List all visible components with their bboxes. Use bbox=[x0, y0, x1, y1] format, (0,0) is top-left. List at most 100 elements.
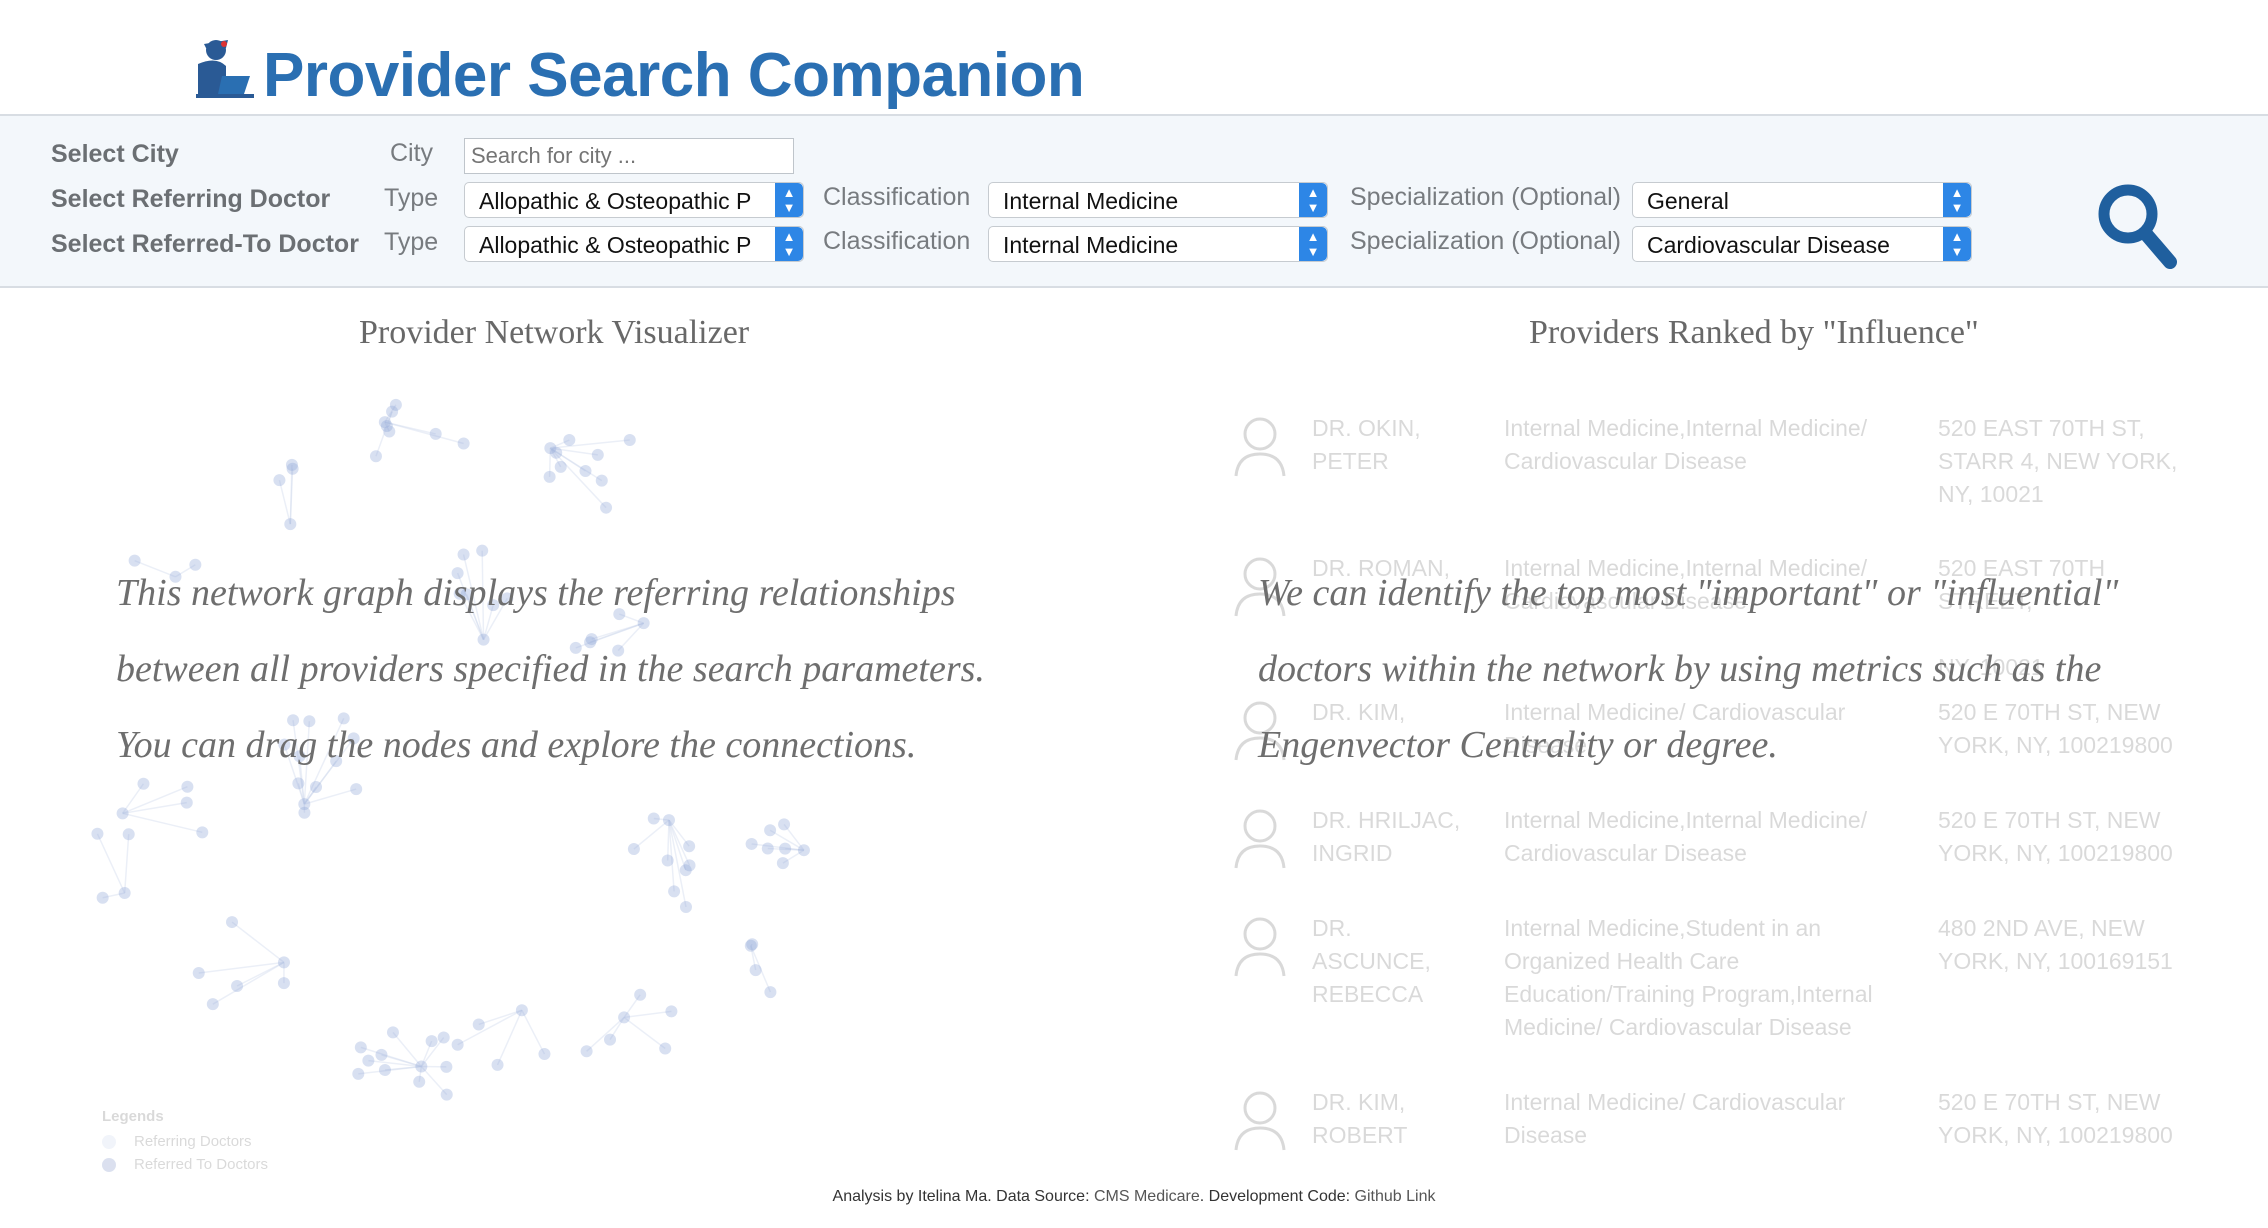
network-node[interactable] bbox=[745, 837, 758, 850]
network-node[interactable] bbox=[662, 814, 675, 827]
network-node[interactable] bbox=[226, 916, 239, 929]
network-node[interactable] bbox=[595, 474, 608, 487]
referred-specialization-select[interactable]: Cardiovascular Disease ▲ ▼ bbox=[1632, 226, 1972, 262]
network-node[interactable] bbox=[350, 783, 363, 796]
network-node[interactable] bbox=[472, 1018, 485, 1031]
network-node[interactable] bbox=[679, 900, 692, 913]
chevron-updown-icon: ▲ ▼ bbox=[1943, 183, 1971, 217]
network-node[interactable] bbox=[451, 1038, 464, 1051]
network-node[interactable] bbox=[580, 1045, 593, 1058]
provider-specialty: Internal Medicine/ Cardiovascular Disease bbox=[1504, 1086, 1884, 1152]
network-node[interactable] bbox=[538, 1048, 551, 1061]
network-node[interactable] bbox=[764, 824, 777, 837]
header: Provider Search Companion bbox=[0, 0, 2268, 116]
network-edge bbox=[122, 812, 203, 834]
network-node[interactable] bbox=[647, 812, 660, 825]
referring-classification-select[interactable]: Internal Medicine ▲ ▼ bbox=[988, 182, 1328, 218]
network-node[interactable] bbox=[579, 464, 592, 477]
network-node[interactable] bbox=[380, 420, 393, 433]
referred-type-select[interactable]: Allopathic & Osteopathic P ▲ ▼ bbox=[464, 226, 804, 262]
provider-name: DR. OKIN, PETER bbox=[1312, 412, 1472, 478]
network-node[interactable] bbox=[491, 1058, 504, 1071]
network-node[interactable] bbox=[668, 885, 681, 898]
network-node[interactable] bbox=[91, 827, 104, 840]
network-node[interactable] bbox=[554, 460, 567, 473]
provider-name-line: DR. ASCUNCE, bbox=[1312, 915, 1431, 974]
network-node[interactable] bbox=[231, 980, 244, 993]
network-node[interactable] bbox=[277, 956, 290, 969]
network-node[interactable] bbox=[277, 977, 290, 990]
network-node[interactable] bbox=[634, 988, 647, 1001]
provider-address: 520 EAST 70TH ST, STARR 4, NEW YORK, NY, 1… bbox=[1938, 412, 2198, 511]
network-node[interactable] bbox=[515, 1004, 528, 1017]
network-node[interactable] bbox=[437, 1031, 450, 1044]
network-node[interactable] bbox=[362, 1054, 375, 1067]
network-node[interactable] bbox=[761, 842, 774, 855]
network-node[interactable] bbox=[627, 843, 640, 856]
network-node[interactable] bbox=[192, 967, 205, 980]
provider-address-line: 480 2ND AVE, NEW bbox=[1938, 915, 2145, 941]
network-edge bbox=[633, 819, 670, 850]
network-node[interactable] bbox=[618, 1011, 631, 1024]
network-node[interactable] bbox=[779, 842, 792, 855]
network-node[interactable] bbox=[116, 807, 129, 820]
network-node[interactable] bbox=[273, 474, 286, 487]
network-node[interactable] bbox=[122, 828, 135, 841]
network-node[interactable] bbox=[550, 446, 563, 459]
network-node[interactable] bbox=[543, 470, 556, 483]
network-node[interactable] bbox=[415, 1060, 428, 1073]
network-node[interactable] bbox=[206, 998, 219, 1011]
provider-name-line: DR. HRILJAC, bbox=[1312, 807, 1461, 833]
network-graph[interactable] bbox=[60, 380, 1160, 1200]
network-node[interactable] bbox=[369, 450, 382, 463]
network-node[interactable] bbox=[354, 1041, 367, 1054]
network-node[interactable] bbox=[285, 458, 298, 471]
network-node[interactable] bbox=[604, 1033, 617, 1046]
network-node[interactable] bbox=[764, 986, 777, 999]
network-node[interactable] bbox=[600, 501, 613, 514]
network-node[interactable] bbox=[683, 859, 696, 872]
network-node[interactable] bbox=[661, 854, 674, 867]
referring-specialization-select[interactable]: General ▲ ▼ bbox=[1632, 182, 1972, 218]
network-node[interactable] bbox=[386, 1026, 399, 1039]
network-node[interactable] bbox=[352, 1067, 365, 1080]
network-node[interactable] bbox=[659, 1042, 672, 1055]
github-link[interactable]: Github Link bbox=[1355, 1188, 1436, 1205]
network-node[interactable] bbox=[778, 818, 791, 831]
city-search-input[interactable] bbox=[464, 138, 794, 174]
network-node[interactable] bbox=[665, 1005, 678, 1018]
referring-classification-value: Internal Medicine bbox=[1003, 188, 1179, 214]
network-node[interactable] bbox=[683, 840, 696, 853]
network-node[interactable] bbox=[457, 437, 470, 450]
network-node[interactable] bbox=[591, 448, 604, 461]
network-node[interactable] bbox=[180, 796, 193, 809]
ranking-description-line: Engenvector Centrality or degree. bbox=[1258, 724, 1778, 766]
network-description-line: This network graph displays the referrin… bbox=[116, 572, 956, 614]
network-node[interactable] bbox=[563, 434, 576, 447]
provider-address-line: YORK, NY, 100169151 bbox=[1938, 948, 2173, 974]
network-node[interactable] bbox=[746, 938, 759, 951]
network-node[interactable] bbox=[440, 1060, 453, 1073]
cms-medicare-link[interactable]: CMS Medicare bbox=[1094, 1188, 1200, 1205]
network-node[interactable] bbox=[623, 433, 636, 446]
network-node[interactable] bbox=[378, 1064, 391, 1077]
network-node[interactable] bbox=[284, 518, 297, 531]
network-node[interactable] bbox=[375, 1048, 388, 1061]
network-node[interactable] bbox=[797, 844, 810, 857]
referring-type-select[interactable]: Allopathic & Osteopathic P ▲ ▼ bbox=[464, 182, 804, 218]
network-node[interactable] bbox=[413, 1075, 426, 1088]
network-node[interactable] bbox=[196, 826, 209, 839]
referred-classification-select[interactable]: Internal Medicine ▲ ▼ bbox=[988, 226, 1328, 262]
network-node[interactable] bbox=[429, 427, 442, 440]
network-node[interactable] bbox=[298, 806, 311, 819]
network-node[interactable] bbox=[96, 891, 109, 904]
network-node[interactable] bbox=[118, 887, 131, 900]
magnifier-icon[interactable] bbox=[2094, 178, 2178, 270]
network-edge bbox=[586, 1016, 625, 1052]
network-node[interactable] bbox=[425, 1035, 438, 1048]
network-node[interactable] bbox=[776, 857, 789, 870]
network-node[interactable] bbox=[440, 1088, 453, 1101]
provider-specialty-line: Medicine/ Cardiovascular Disease bbox=[1504, 1014, 1852, 1040]
network-node[interactable] bbox=[749, 964, 762, 977]
network-node[interactable] bbox=[386, 405, 399, 418]
